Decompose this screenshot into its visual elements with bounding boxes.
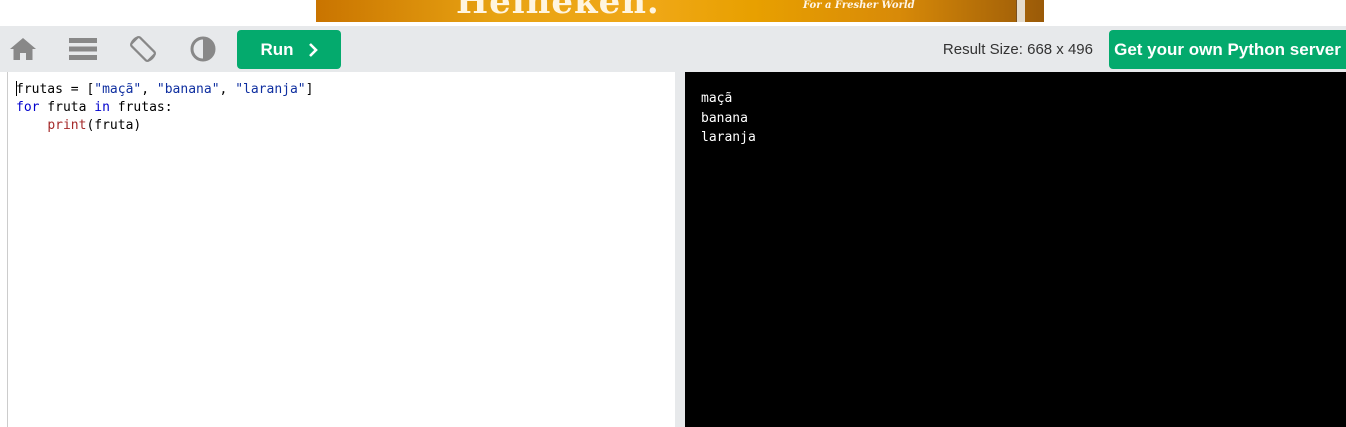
output-line: maçã [701,91,733,106]
run-button-label: Run [260,39,294,59]
ad-strip: Heineken. For a Fresher World [0,0,1346,26]
result-size-label: Result Size: 668 x 496 [942,41,1093,58]
run-button[interactable]: Run [237,30,341,69]
contrast-icon[interactable] [183,26,223,72]
ad-banner[interactable]: Heineken. For a Fresher World [316,0,1044,22]
code-token-close: ] [305,82,314,97]
pane-splitter[interactable] [675,72,685,427]
code-string-2: "banana" [156,82,220,97]
code-token: frutas: [109,100,173,115]
code-token: (fruta) [86,118,142,133]
get-python-server-button[interactable]: Get your own Python server [1109,30,1346,69]
output-text: maçã banana laranja [701,89,756,148]
code-function-print: print [47,118,87,133]
output-line: laranja [701,130,756,145]
code-token: fruta [39,100,95,115]
result-pane: maçã banana laranja [685,72,1346,427]
code-string-1: "maçã" [94,82,142,97]
code-line-2: for fruta in frutas: [16,99,313,117]
code-token-op: = [ [62,82,95,97]
code-keyword-for: for [16,100,40,115]
code-line-1: frutas = ["maçã", "banana", "laranja"] [16,81,313,99]
ad-bottle-image [1016,0,1025,22]
code-keyword-in: in [94,100,110,115]
code-token-var: frutas [16,82,63,97]
menu-icon[interactable] [63,26,103,72]
toolbar: Run Result Size: 668 x 496 Get your own … [0,26,1346,72]
output-line: banana [701,110,748,126]
code-separator: , [219,82,236,97]
code-editor[interactable]: frutas = ["maçã", "banana", "laranja"] fo… [7,72,676,427]
chevron-right-icon [308,42,318,57]
code-separator: , [141,82,157,97]
rotate-icon[interactable] [123,26,163,72]
code-content[interactable]: frutas = ["maçã", "banana", "laranja"] fo… [16,81,313,135]
ad-brand: Heineken. [456,0,660,22]
ad-tagline: For a Fresher World [803,0,915,11]
home-icon[interactable] [3,26,43,72]
code-line-3: print(fruta) [16,117,313,135]
code-string-3: "laranja" [235,82,306,97]
